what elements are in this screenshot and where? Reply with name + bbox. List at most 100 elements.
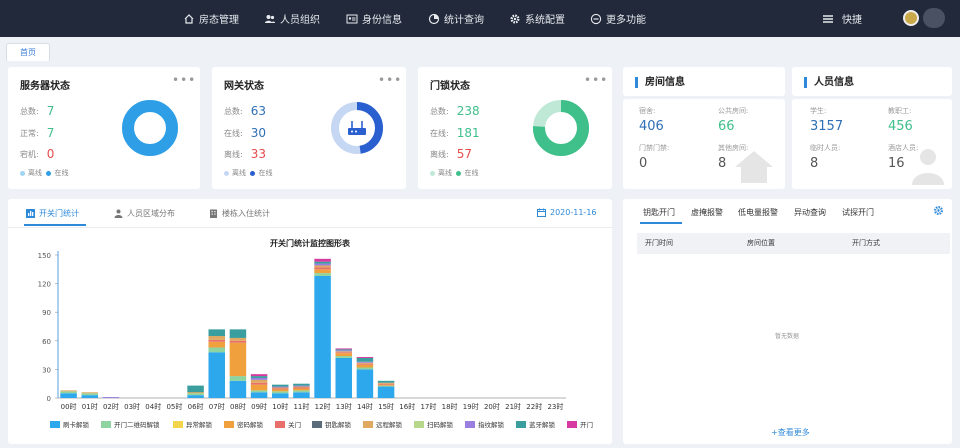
lock-donut — [533, 100, 589, 156]
tab-label: 人员区域分布 — [127, 209, 175, 218]
legend-label: 密码解锁 — [237, 420, 264, 429]
bar-segment — [356, 362, 374, 364]
nav-label: 系统配置 — [525, 15, 565, 26]
legend-label: 刷卡解锁 — [63, 420, 90, 429]
bar-segment — [293, 383, 310, 386]
x-tick-label: 11时 — [293, 402, 309, 411]
legend-label: 远程解锁 — [376, 420, 403, 429]
empty-text: 暂无数据 — [775, 333, 800, 340]
bar-segment — [187, 393, 204, 396]
nav-item-identity[interactable]: 身份信息 — [346, 11, 402, 26]
quick-label: 快捷 — [842, 15, 862, 26]
tab-home[interactable]: 首页 — [6, 43, 50, 61]
settings-gear-icon[interactable] — [933, 205, 944, 216]
nav-item-room-status[interactable]: 房态管理 — [183, 11, 239, 26]
active-tab-underline — [640, 222, 682, 224]
top-navbar: 房态管理 人员组织 身份信息 统计查询 系统配置 更多功能 快捷 — [0, 0, 960, 37]
x-tick-label: 23时 — [547, 402, 563, 411]
x-tick-label: 21时 — [505, 402, 521, 411]
x-tick-label: 16时 — [399, 402, 415, 411]
legend-label: 关门 — [288, 420, 301, 429]
tab-probe-open[interactable]: 试探开门 — [842, 207, 874, 218]
legend-swatch — [414, 421, 424, 428]
room-other-label: 其他房间: — [718, 144, 749, 152]
x-tick-label: 07时 — [209, 402, 225, 411]
nav-item-people-org[interactable]: 人员组织 — [264, 11, 320, 26]
nav-item-system-config[interactable]: 系统配置 — [509, 11, 565, 26]
tabs-divider — [8, 227, 612, 228]
bar-segment — [335, 356, 353, 358]
more-dots-icon[interactable]: ••• — [172, 73, 196, 87]
bar-segment — [60, 393, 77, 398]
more-dots-icon[interactable]: ••• — [584, 73, 608, 87]
hamburger-icon — [823, 14, 833, 23]
bar-segment — [377, 384, 395, 386]
view-more-link[interactable]: +查看更多 — [771, 427, 810, 438]
router-icon — [348, 121, 366, 135]
bar-segment — [335, 350, 353, 352]
room-other-value: 8 — [718, 156, 727, 171]
bar-segment — [229, 340, 247, 343]
tab-people-area[interactable]: 人员区域分布 — [114, 208, 175, 219]
bar-segment — [335, 352, 353, 354]
legend-swatch — [516, 421, 526, 428]
nav-label: 房态管理 — [199, 15, 239, 26]
people-temp-label: 临时人员: — [810, 144, 841, 152]
nav-label: 统计查询 — [444, 15, 484, 26]
x-tick-label: 05时 — [166, 402, 182, 411]
bar-segment — [229, 380, 247, 398]
nav-item-more[interactable]: 更多功能 — [590, 11, 646, 26]
tab-label: 开关门统计 — [39, 209, 79, 218]
bar-segment — [356, 367, 374, 370]
nav-label: 更多功能 — [606, 15, 646, 26]
bar-segment — [208, 341, 226, 348]
bar-segment — [314, 267, 331, 270]
bar-segment — [314, 263, 331, 266]
tab-ajar-alarm[interactable]: 虚掩报警 — [691, 207, 723, 218]
date-picker[interactable]: 2020-11-16 — [537, 208, 597, 217]
bar-segment — [314, 275, 331, 398]
people-student-value: 3157 — [810, 119, 844, 134]
tab-low-battery[interactable]: 低电量报警 — [738, 207, 778, 218]
x-tick-label: 13时 — [336, 402, 352, 411]
bar-segment — [293, 392, 310, 398]
bar-segment — [377, 386, 395, 398]
more-dots-icon[interactable]: ••• — [378, 73, 402, 87]
bar-segment — [229, 342, 247, 377]
legend-label: 蓝牙解锁 — [529, 420, 556, 429]
bar-segment — [229, 337, 247, 341]
people-temp-value: 8 — [810, 156, 819, 171]
nav-label: 人员组织 — [280, 15, 320, 26]
bar-segment — [314, 258, 331, 262]
x-tick-label: 14时 — [357, 402, 373, 411]
quick-menu[interactable]: 快捷 — [822, 11, 862, 26]
x-tick-label: 18时 — [442, 402, 458, 411]
bar-segment — [377, 382, 395, 384]
people-icon — [114, 209, 123, 218]
active-tab-underline — [24, 224, 86, 226]
table-header — [637, 233, 950, 254]
tab-key-open[interactable]: 钥匙开门 — [643, 207, 675, 218]
bar-segment — [250, 390, 268, 393]
tab-door-stats[interactable]: 开关门统计 — [26, 208, 79, 219]
people-staff-value: 456 — [888, 119, 913, 134]
tab-building-occupancy[interactable]: 楼栋入住统计 — [209, 208, 270, 219]
people-hotel-value: 16 — [888, 156, 905, 171]
room-public-label: 公共房间: — [718, 107, 749, 115]
tab-anomaly-query[interactable]: 异动查询 — [794, 207, 826, 218]
card-title: 门锁状态 — [430, 81, 470, 92]
bar-segment — [314, 265, 331, 268]
legend: 离线 在线 — [224, 168, 272, 178]
legend-swatch — [50, 421, 60, 428]
legend-swatch — [465, 421, 475, 428]
legend-label: 指纹解锁 — [478, 420, 505, 429]
tab-label: 楼栋入住统计 — [222, 209, 270, 218]
bar-segment — [293, 388, 310, 391]
bar-segment — [208, 339, 226, 342]
chart-icon — [26, 209, 35, 218]
room-gate-label: 门禁门禁: — [639, 144, 670, 152]
room-info-card: 宿舍: 406 公共房间: 66 门禁门禁: 0 其他房间: 8 — [623, 99, 785, 189]
room-dorm-label: 宿舍: — [639, 107, 656, 115]
nav-item-statistics[interactable]: 统计查询 — [428, 11, 484, 26]
avatar[interactable] — [903, 10, 919, 26]
